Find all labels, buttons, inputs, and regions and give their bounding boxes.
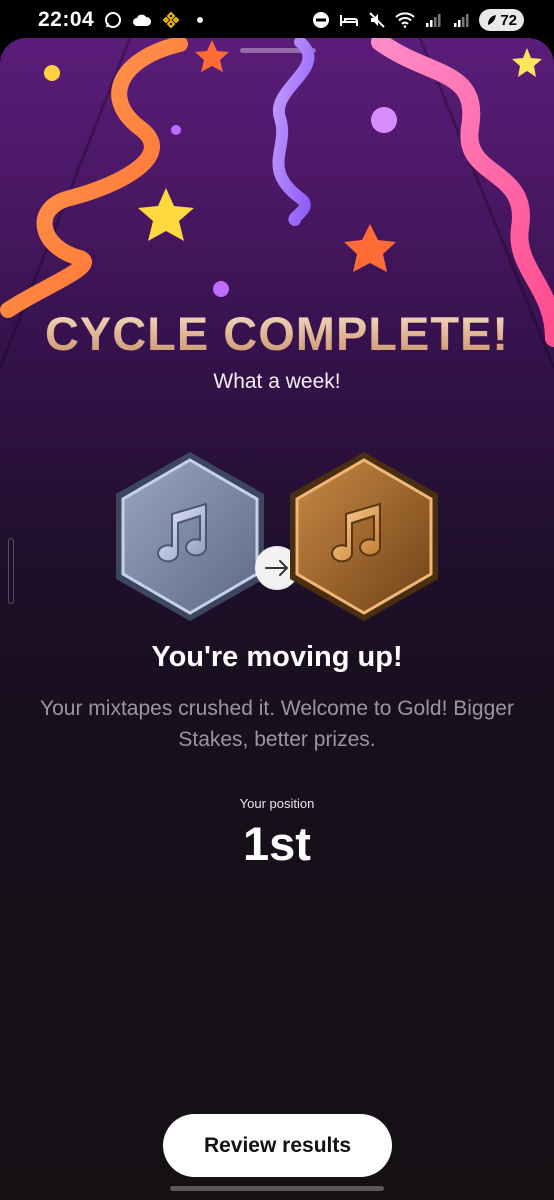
page-title: CYCLE COMPLETE! bbox=[0, 306, 554, 361]
orange-ribbon bbox=[0, 38, 188, 318]
home-indicator[interactable] bbox=[170, 1186, 384, 1191]
dot-icon bbox=[190, 10, 210, 30]
battery-indicator: 72 bbox=[479, 9, 524, 31]
whatsapp-icon bbox=[103, 10, 123, 30]
battery-level: 72 bbox=[500, 11, 517, 29]
sleep-icon bbox=[339, 10, 359, 30]
star-yellow-small bbox=[512, 48, 542, 77]
status-right: 72 bbox=[311, 9, 524, 31]
dnd-icon bbox=[311, 10, 331, 30]
pink-ribbon bbox=[371, 38, 554, 347]
star-orange-large bbox=[344, 224, 396, 272]
promotion-headline: You're moving up! bbox=[151, 641, 403, 673]
silver-music-badge-icon bbox=[116, 452, 264, 621]
battery-saver-icon bbox=[488, 15, 497, 25]
signal-icon bbox=[423, 10, 443, 30]
status-time: 22:04 bbox=[38, 8, 95, 31]
mute-icon bbox=[367, 10, 387, 30]
promotion-description: Your mixtapes crushed it. Welcome to Gol… bbox=[40, 697, 514, 751]
review-results-button[interactable]: Review results bbox=[163, 1114, 392, 1177]
gold-music-badge-icon bbox=[290, 452, 438, 621]
cycle-complete-sheet: CYCLE COMPLETE! What a week! You're movi… bbox=[0, 38, 554, 1200]
binance-icon bbox=[161, 10, 181, 30]
signal-icon bbox=[451, 10, 471, 30]
status-bar: 22:04 72 bbox=[0, 0, 554, 40]
confetti-dot bbox=[371, 107, 397, 133]
confetti-dot bbox=[171, 125, 181, 135]
page-subtitle: What a week! bbox=[213, 370, 341, 393]
star-yellow-large bbox=[138, 188, 194, 241]
star-orange-small bbox=[195, 40, 229, 72]
confetti-dot bbox=[44, 65, 60, 81]
league-promotion-badges bbox=[116, 452, 438, 621]
status-left: 22:04 bbox=[38, 8, 210, 32]
purple-ribbon bbox=[272, 38, 315, 226]
cloud-icon bbox=[132, 10, 152, 30]
wifi-icon bbox=[395, 10, 416, 30]
position-value: 1st bbox=[243, 817, 311, 870]
position-label: Your position bbox=[239, 796, 315, 811]
confetti-dot bbox=[213, 281, 229, 297]
